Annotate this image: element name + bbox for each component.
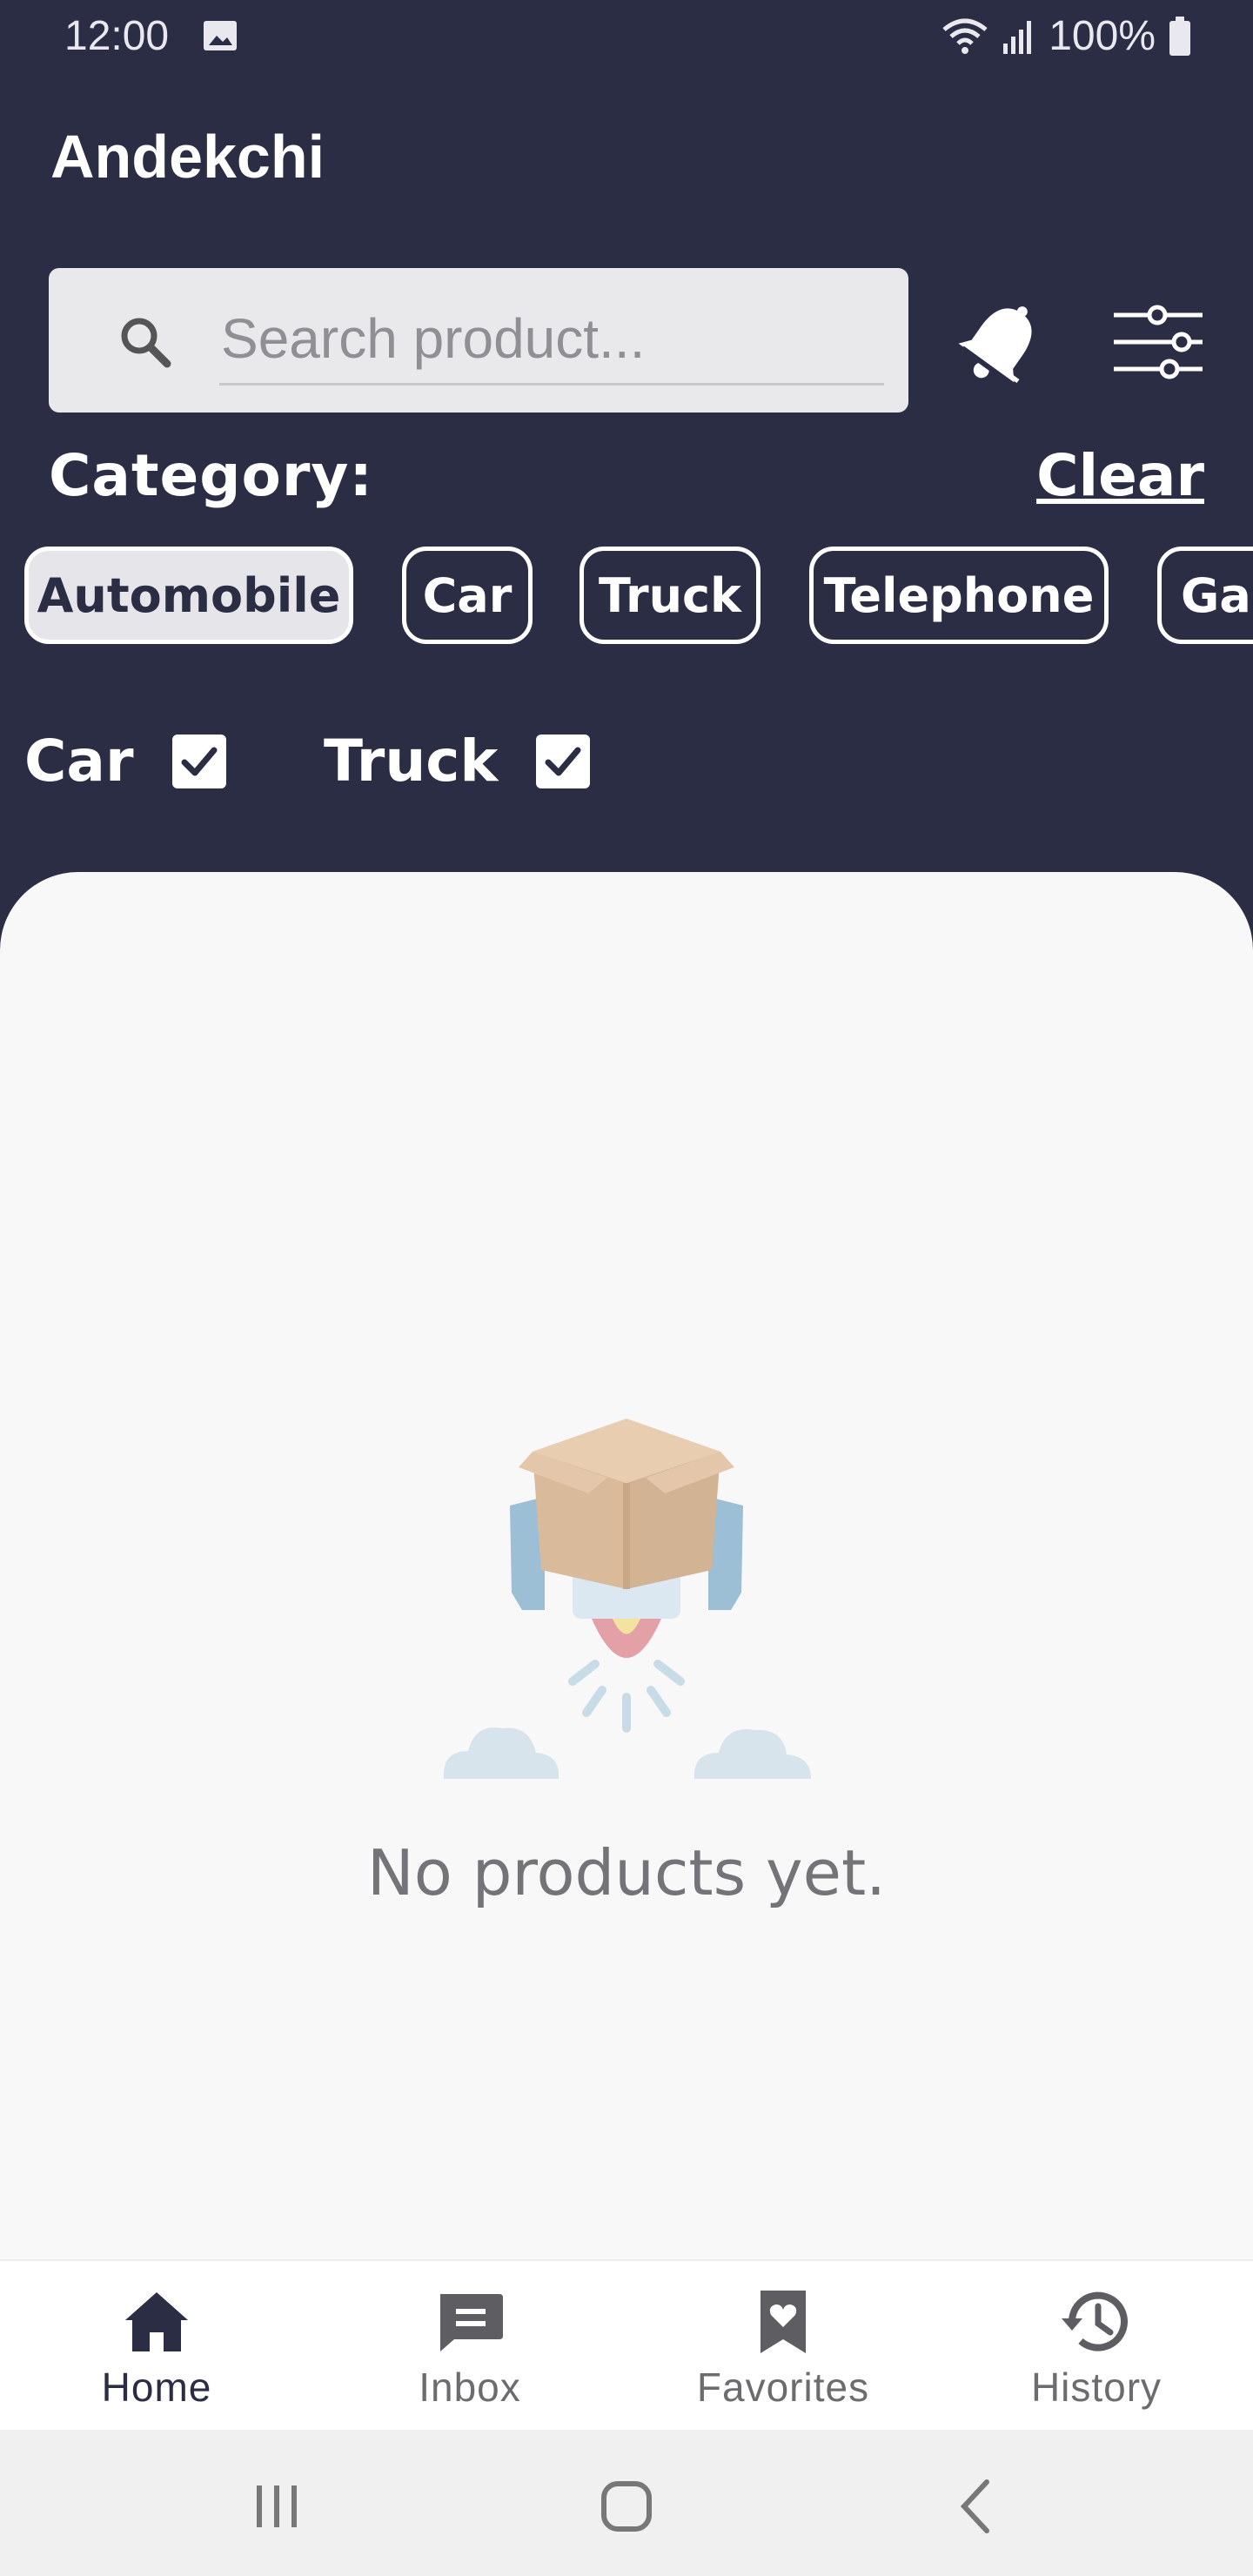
home-icon (125, 2292, 188, 2351)
notification-bell-icon[interactable] (952, 296, 1048, 392)
nav-label-history: History (1030, 2365, 1163, 2410)
empty-state-message: No products yet. (366, 1836, 887, 1909)
status-indicators: 100% (941, 12, 1192, 60)
checkbox-car[interactable] (172, 735, 226, 788)
system-navigation-bar (0, 2430, 1253, 2576)
status-bar: 12:00 100% (0, 0, 1253, 75)
wifi-icon (942, 18, 988, 54)
empty-box-rocket-illustration (443, 1419, 811, 1779)
nav-home[interactable]: Home (0, 2261, 313, 2432)
nav-label-home: Home (101, 2365, 212, 2410)
app-title: Andekchi (50, 123, 325, 191)
filter-settings-icon[interactable] (1110, 303, 1206, 381)
search-input[interactable] (219, 294, 884, 386)
status-time: 12:00 (64, 13, 170, 59)
chip-gar[interactable]: Gar (1157, 547, 1253, 644)
chat-icon (440, 2294, 503, 2351)
battery-icon (1169, 16, 1190, 56)
bottom-navigation: Home Inbox Favorites History (0, 2259, 1253, 2432)
battery-percent: 100% (1049, 13, 1156, 59)
check-label-truck: Truck (324, 728, 499, 795)
check-label-car: Car (24, 728, 134, 795)
nav-label-inbox: Inbox (419, 2365, 521, 2410)
nav-history[interactable]: History (940, 2261, 1253, 2432)
home-button-icon[interactable] (592, 2472, 661, 2541)
search-icon (121, 318, 171, 368)
signal-icon (1003, 20, 1032, 54)
image-notification-icon (204, 21, 237, 50)
nav-inbox[interactable]: Inbox (313, 2261, 626, 2432)
back-icon[interactable] (941, 2472, 1011, 2541)
nav-label-favorites: Favorites (696, 2365, 870, 2410)
search-box[interactable] (49, 268, 908, 413)
clear-filters-link[interactable]: Clear (1036, 442, 1204, 509)
chip-truck[interactable]: Truck (580, 547, 761, 644)
favorites-icon (761, 2291, 806, 2353)
chip-telephone[interactable]: Telephone (809, 547, 1109, 644)
nav-favorites[interactable]: Favorites (626, 2261, 940, 2432)
category-label: Category: (49, 442, 373, 509)
chip-car[interactable]: Car (402, 547, 533, 644)
checkbox-truck[interactable] (536, 735, 590, 788)
recent-apps-icon[interactable] (242, 2472, 312, 2541)
category-chips: Automobile Car Truck Telephone Gar (24, 547, 1253, 653)
chip-automobile[interactable]: Automobile (24, 547, 353, 644)
history-icon (1062, 2291, 1128, 2351)
checkmark-icon (181, 747, 218, 776)
checkmark-icon (545, 747, 581, 776)
